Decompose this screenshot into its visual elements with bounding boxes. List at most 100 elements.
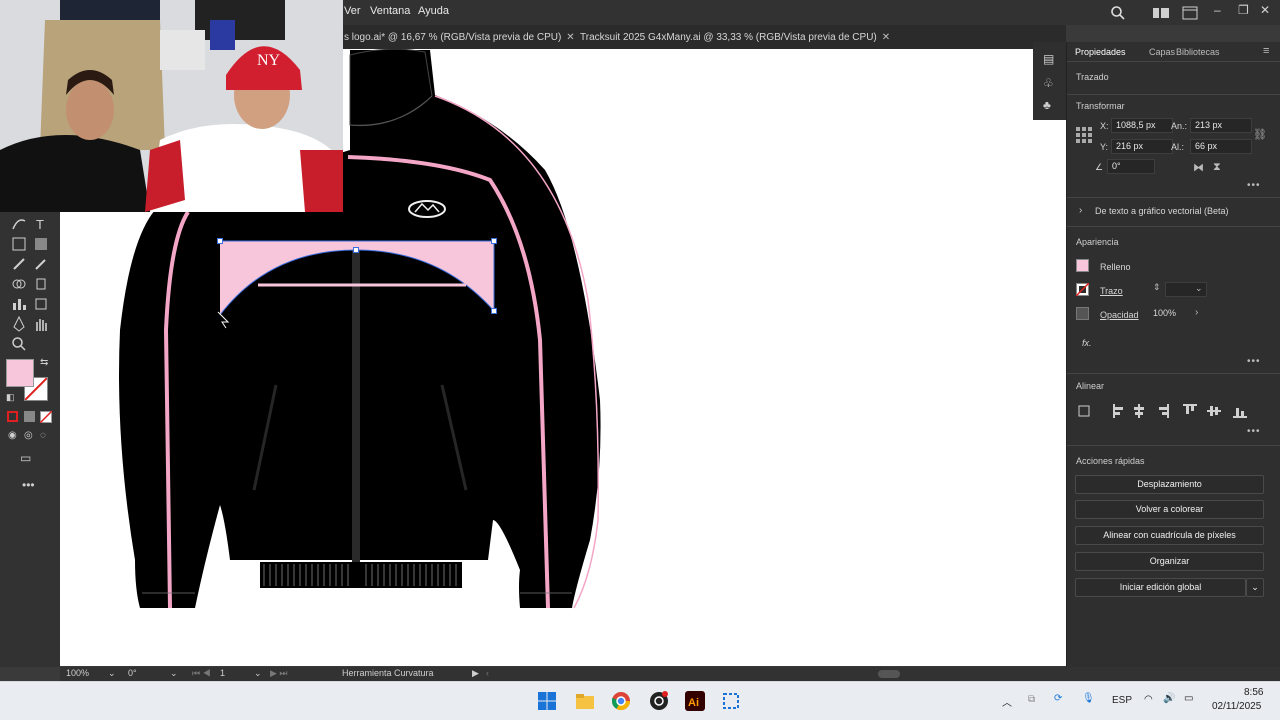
flip-vertical-icon[interactable]: ⧗ — [1213, 161, 1221, 174]
stroke-label[interactable]: Trazo — [1100, 286, 1123, 296]
battery-icon[interactable]: ▭ — [1184, 693, 1193, 704]
pixel-align-button[interactable]: Alinear con cuadrícula de píxeles — [1075, 526, 1264, 545]
gradient-tool-icon[interactable] — [32, 235, 50, 253]
rotation-chevron-icon[interactable]: ⌄ — [170, 668, 178, 679]
offset-button[interactable]: Desplazamiento — [1075, 475, 1264, 494]
tray-app-icon[interactable]: ⧉ — [1028, 694, 1035, 705]
windows-start-icon[interactable] — [536, 690, 558, 712]
artboard-number[interactable]: 1 — [220, 668, 225, 678]
tab-capas[interactable]: Capas — [1149, 47, 1175, 57]
tab-propiedades[interactable]: Propiedades — [1075, 47, 1126, 57]
stroke-color-swatch[interactable] — [1076, 283, 1089, 296]
brush-tool-icon[interactable] — [10, 255, 28, 273]
artboard-nav-prev-icon[interactable]: ⏮ ◀ — [192, 668, 211, 679]
input-language[interactable]: ESP — [1112, 695, 1132, 706]
reference-point-icon[interactable] — [1075, 126, 1093, 144]
type-tool-icon[interactable]: T — [32, 215, 50, 233]
libraries-dock-icon[interactable]: ▤ — [1043, 52, 1054, 66]
menu-ayuda[interactable]: Ayuda — [418, 5, 449, 17]
tray-sync-icon[interactable]: ⟳ — [1054, 693, 1062, 704]
constrain-proportions-icon[interactable]: ⛓ — [1253, 128, 1267, 141]
close-tab-icon[interactable]: ✕ — [882, 32, 890, 43]
recolor-button[interactable]: Volver a colorear — [1075, 500, 1264, 519]
color-mode-icon[interactable] — [7, 411, 18, 422]
doc-tab-tracksuit[interactable]: Tracksuit 2025 G4xMany.ai @ 33,33 % (RGB… — [580, 32, 890, 43]
none-mode-icon[interactable] — [40, 411, 52, 423]
tray-overflow-icon[interactable]: ︿ — [1002, 694, 1012, 709]
arrange-button[interactable]: Organizar — [1075, 552, 1264, 571]
menu-ventana[interactable]: Ventana — [370, 5, 410, 17]
draw-behind-icon[interactable]: ◎ — [24, 430, 33, 441]
stroke-stepper-icon[interactable]: ⇕ — [1153, 282, 1161, 293]
clock-date[interactable]: 02/11/2025 — [1212, 701, 1261, 712]
clock-time[interactable]: 8:56 — [1244, 687, 1263, 698]
tab-bibliotecas[interactable]: Bibliotecas — [1176, 47, 1220, 57]
symbol-sprayer-icon[interactable] — [32, 275, 50, 293]
gradient-mode-icon[interactable] — [24, 411, 35, 422]
search-icon[interactable] — [1110, 5, 1126, 21]
default-colors-icon[interactable]: ◧ — [6, 392, 15, 403]
edit-toolbar-icon[interactable]: ••• — [22, 478, 35, 492]
fill-color-swatch[interactable] — [1076, 259, 1089, 272]
doc-tab-logo[interactable]: s logo.ai* @ 16,67 % (RGB/Vista previa d… — [344, 32, 575, 43]
horizontal-scrollbar[interactable] — [878, 670, 900, 678]
brushes-dock-icon[interactable]: ♣ — [1043, 98, 1051, 112]
zoom-level[interactable]: 100% — [66, 668, 89, 678]
artboard-chevron-icon[interactable]: ⌄ — [254, 668, 262, 679]
restore-icon[interactable]: ❐ — [1238, 3, 1249, 17]
hand-tool-icon[interactable] — [32, 315, 50, 333]
artboard-tool-icon[interactable] — [32, 295, 50, 313]
x-field[interactable]: 1088,5 px — [1111, 118, 1173, 133]
global-edit-button[interactable]: Iniciar edición global — [1075, 578, 1246, 597]
width-field[interactable]: 213 px — [1190, 118, 1252, 133]
obs-icon[interactable] — [648, 690, 670, 712]
pen-tool-icon[interactable] — [10, 315, 28, 333]
opacity-chevron-icon[interactable]: › — [1195, 307, 1198, 318]
eyedropper-icon[interactable] — [32, 255, 50, 273]
panel-menu-icon[interactable]: ≡ — [1263, 45, 1269, 57]
graph-tool-icon[interactable] — [10, 295, 28, 313]
opacity-label[interactable]: Opacidad — [1100, 310, 1139, 320]
fx-button[interactable]: fx. — [1082, 338, 1092, 348]
opacity-value[interactable]: 100% — [1153, 308, 1176, 318]
appearance-more-icon[interactable]: ••• — [1247, 356, 1261, 367]
file-explorer-icon[interactable] — [574, 690, 596, 712]
shape-builder-icon[interactable] — [10, 235, 28, 253]
illustrator-icon[interactable]: Ai — [684, 690, 706, 712]
microphone-icon[interactable]: 🎙 — [1082, 693, 1095, 704]
swap-colors-icon[interactable]: ⇆ — [40, 357, 48, 368]
close-icon[interactable]: ✕ — [1260, 3, 1270, 17]
chevron-right-icon[interactable]: › — [1079, 205, 1082, 216]
zoom-tool-icon[interactable] — [10, 335, 28, 353]
panel-layout-icon[interactable] — [1182, 6, 1198, 20]
y-field[interactable]: 216 px — [1111, 139, 1173, 154]
flip-horizontal-icon[interactable]: ⧓ — [1193, 161, 1204, 174]
angle-field[interactable]: 0° — [1107, 159, 1155, 174]
screen-mode-icon[interactable]: ▭ — [20, 451, 31, 465]
draw-mode-icon[interactable]: ◉ — [8, 430, 17, 441]
chrome-icon[interactable] — [610, 690, 632, 712]
zoom-chevron-icon[interactable]: ⌄ — [108, 668, 116, 679]
symbols-dock-icon[interactable]: ♧ — [1043, 76, 1054, 90]
vector-beta-label[interactable]: De texto a gráfico vectorial (Beta) — [1095, 206, 1229, 216]
curvature-tool-icon[interactable] — [10, 215, 28, 233]
workspace-layout-icon[interactable] — [1152, 7, 1170, 19]
scroll-left-icon[interactable]: ‹ — [486, 668, 489, 678]
fill-swatch[interactable] — [6, 359, 34, 387]
menu-ver[interactable]: Ver — [344, 5, 361, 17]
minimize-icon[interactable]: – — [1214, 3, 1221, 17]
snipping-tool-icon[interactable] — [720, 690, 742, 712]
transform-more-icon[interactable]: ••• — [1247, 180, 1261, 191]
status-arrow-icon[interactable]: ▶ — [472, 668, 479, 679]
blend-tool-icon[interactable] — [10, 275, 28, 293]
rotation-value[interactable]: 0° — [128, 668, 137, 678]
close-tab-icon[interactable]: ✕ — [566, 32, 574, 43]
height-field[interactable]: 66 px — [1190, 139, 1252, 154]
global-edit-dropdown[interactable]: ⌄ — [1246, 578, 1264, 597]
wifi-icon[interactable]: ◠ — [1144, 694, 1153, 705]
volume-icon[interactable]: 🔊 — [1163, 693, 1175, 704]
draw-inside-icon[interactable]: ◌ — [40, 430, 46, 441]
artboard-nav-next-icon[interactable]: ▶ ⏭ — [270, 668, 288, 679]
align-more-icon[interactable]: ••• — [1247, 426, 1261, 437]
chevron-down-icon[interactable]: ⌄ — [1195, 283, 1203, 294]
